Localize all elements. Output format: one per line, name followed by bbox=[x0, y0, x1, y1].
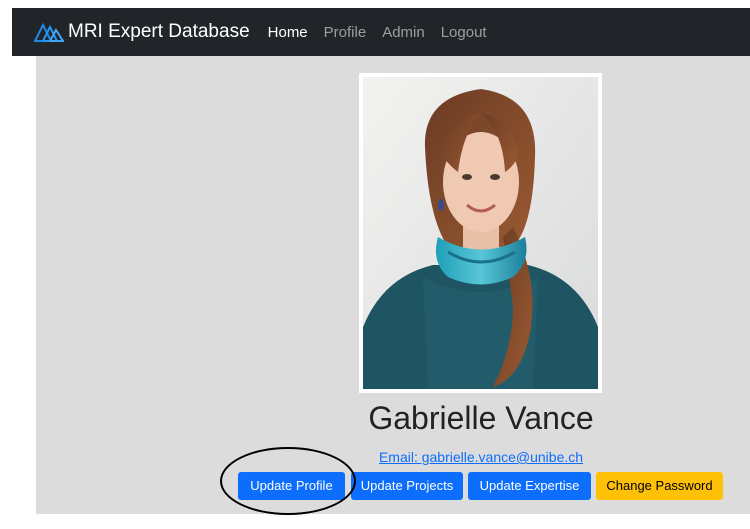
update-expertise-button[interactable]: Update Expertise bbox=[468, 472, 591, 500]
nav-profile[interactable]: Profile bbox=[324, 24, 367, 41]
top-navbar: MRI Expert Database Home Profile Admin L… bbox=[12, 8, 750, 56]
brand-title: MRI Expert Database bbox=[68, 21, 250, 42]
nav-home[interactable]: Home bbox=[268, 24, 308, 41]
change-password-button[interactable]: Change Password bbox=[596, 472, 723, 500]
update-profile-button[interactable]: Update Profile bbox=[238, 472, 345, 500]
nav-logout[interactable]: Logout bbox=[441, 24, 487, 41]
profile-email-link[interactable]: Email: gabrielle.vance@unibe.ch bbox=[300, 449, 662, 465]
nav-admin[interactable]: Admin bbox=[382, 24, 425, 41]
profile-name: Gabrielle Vance bbox=[368, 400, 594, 436]
update-projects-button[interactable]: Update Projects bbox=[351, 472, 463, 500]
mountain-logo-icon bbox=[34, 22, 64, 42]
brand-link[interactable]: MRI Expert Database bbox=[34, 21, 250, 43]
profile-photo-frame bbox=[359, 73, 602, 393]
profile-photo bbox=[363, 77, 598, 389]
